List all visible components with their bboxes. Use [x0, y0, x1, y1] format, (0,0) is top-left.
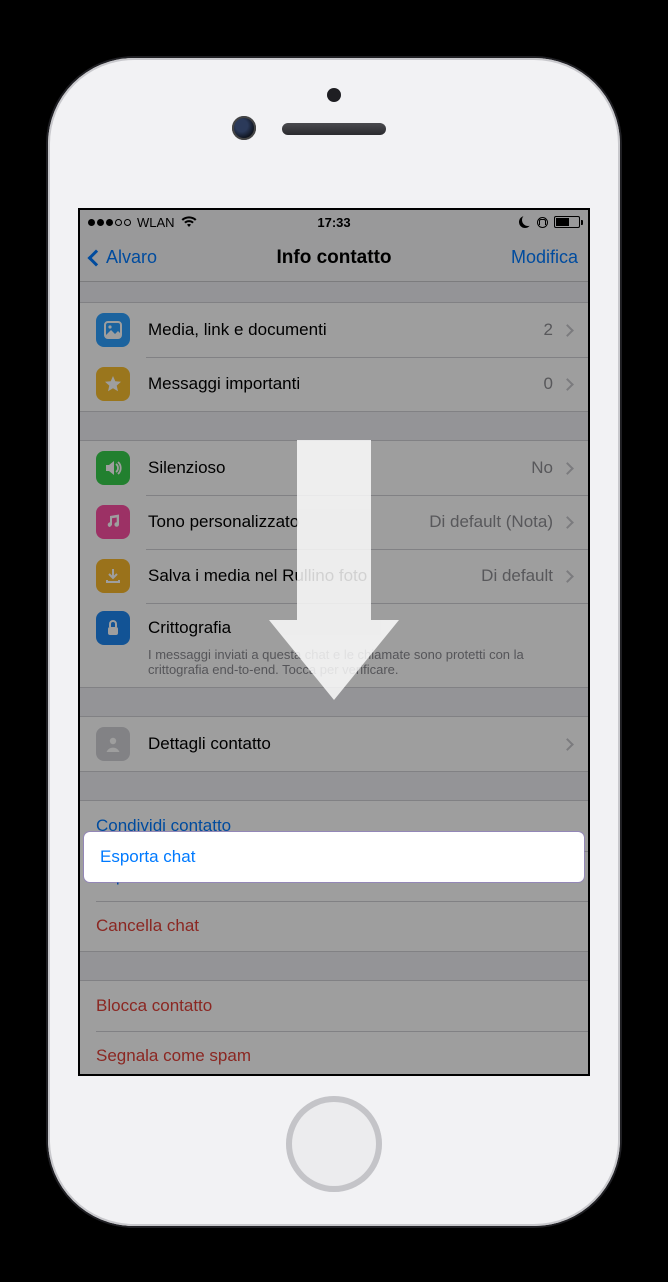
action-label: Cancella chat — [96, 916, 572, 936]
row-value: Di default — [481, 566, 553, 586]
group-settings: Silenzioso No Tono personalizzato Di def… — [80, 440, 588, 688]
front-camera — [232, 116, 256, 140]
row-label: Media, link e documenti — [148, 320, 544, 340]
row-media-links-docs[interactable]: Media, link e documenti 2 — [80, 303, 588, 357]
contact-silhouette-icon — [96, 727, 130, 761]
phone-frame: WLAN 17:33 Alvaro Info contatto Modifica — [48, 58, 620, 1226]
lock-icon — [96, 611, 130, 645]
back-label: Alvaro — [106, 247, 157, 268]
chevron-right-icon — [561, 738, 574, 751]
row-report-spam[interactable]: Segnala come spam — [80, 1031, 588, 1076]
status-bar: WLAN 17:33 — [80, 210, 588, 234]
row-label: Dettagli contatto — [148, 734, 563, 754]
row-value: Di default (Nota) — [429, 512, 553, 532]
action-label: Blocca contatto — [96, 996, 572, 1016]
row-value: No — [531, 458, 553, 478]
chevron-right-icon — [561, 378, 574, 391]
status-time: 17:33 — [317, 215, 350, 230]
row-value: 0 — [544, 374, 553, 394]
highlight-export-chat[interactable]: Esporta chat — [84, 832, 584, 882]
back-button[interactable]: Alvaro — [90, 247, 157, 268]
row-starred-messages[interactable]: Messaggi importanti 0 — [80, 357, 588, 411]
home-button[interactable] — [286, 1096, 382, 1192]
content-scroll[interactable]: Media, link e documenti 2 Messaggi impor… — [80, 302, 588, 1076]
do-not-disturb-icon — [519, 216, 531, 228]
row-value: 2 — [544, 320, 553, 340]
row-subtitle: I messaggi inviati a questa chat e le ch… — [96, 647, 572, 677]
navigation-bar: Alvaro Info contatto Modifica — [80, 234, 588, 282]
edit-button[interactable]: Modifica — [511, 247, 578, 268]
row-encryption[interactable]: Crittografia I messaggi inviati a questa… — [80, 603, 588, 687]
chevron-left-icon — [88, 249, 105, 266]
chevron-right-icon — [561, 462, 574, 475]
row-label: Crittografia — [148, 618, 572, 638]
row-block-contact[interactable]: Blocca contatto — [80, 981, 588, 1031]
row-mute[interactable]: Silenzioso No — [80, 441, 588, 495]
chevron-right-icon — [561, 516, 574, 529]
screen: WLAN 17:33 Alvaro Info contatto Modifica — [78, 208, 590, 1076]
orientation-lock-icon — [537, 217, 548, 228]
group-media: Media, link e documenti 2 Messaggi impor… — [80, 302, 588, 412]
carrier-label: WLAN — [137, 215, 175, 230]
battery-icon — [554, 216, 580, 228]
row-label: Messaggi importanti — [148, 374, 544, 394]
chevron-right-icon — [561, 570, 574, 583]
group-contact-details: Dettagli contatto — [80, 716, 588, 772]
row-label: Salva i media nel Rullino foto — [148, 566, 481, 586]
signal-strength-icon — [88, 219, 131, 226]
speaker-icon — [96, 451, 130, 485]
chevron-right-icon — [561, 324, 574, 337]
row-save-media[interactable]: Salva i media nel Rullino foto Di defaul… — [80, 549, 588, 603]
music-note-icon — [96, 505, 130, 539]
action-label: Esporta chat — [100, 847, 568, 867]
download-icon — [96, 559, 130, 593]
row-clear-chat[interactable]: Cancella chat — [80, 901, 588, 951]
wifi-icon — [181, 216, 197, 228]
row-label: Silenzioso — [148, 458, 531, 478]
row-custom-tone[interactable]: Tono personalizzato Di default (Nota) — [80, 495, 588, 549]
proximity-sensor — [327, 88, 341, 102]
page-title: Info contatto — [276, 247, 391, 269]
row-label: Tono personalizzato — [148, 512, 429, 532]
action-label: Segnala come spam — [96, 1046, 572, 1066]
row-contact-details[interactable]: Dettagli contatto — [80, 717, 588, 771]
photo-icon — [96, 313, 130, 347]
group-block-report: Blocca contatto Segnala come spam — [80, 980, 588, 1076]
star-icon — [96, 367, 130, 401]
speaker-grille — [282, 123, 386, 135]
